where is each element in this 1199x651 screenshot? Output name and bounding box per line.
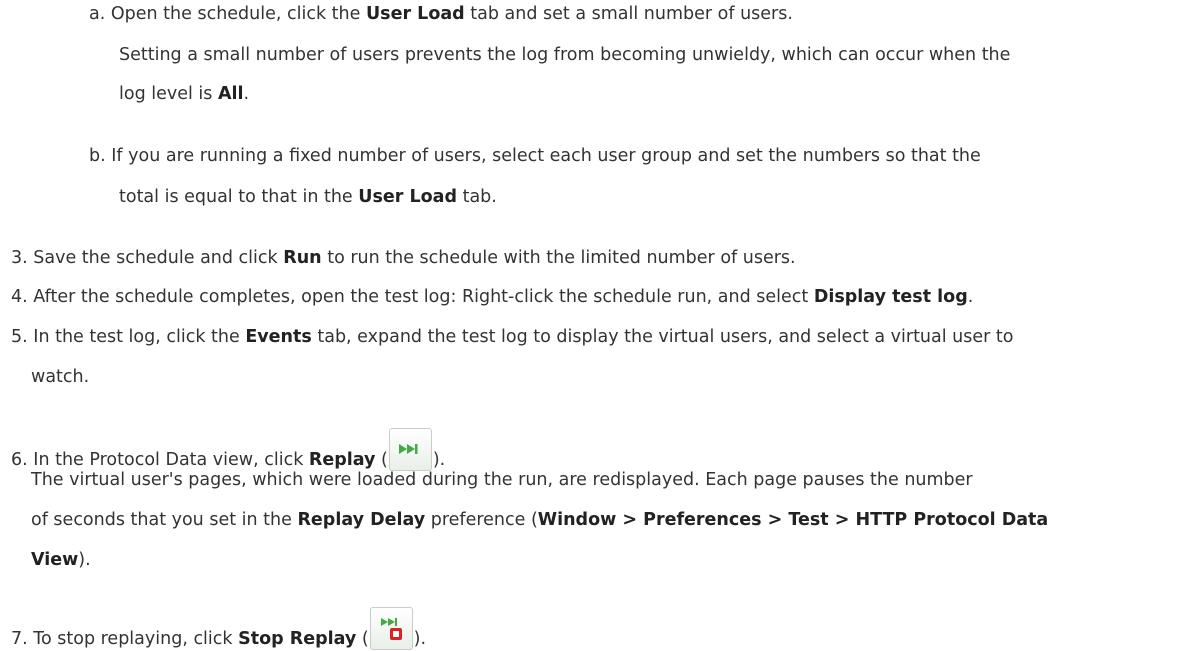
step-6-desc-cont: of seconds that you set in the [31, 510, 298, 530]
step-5-text-cont: tab, expand the test log to display the … [311, 327, 1014, 347]
preferences-path-ref: Window > Preferences > Test > HTTP Proto… [537, 510, 1049, 530]
close-paren: ). [413, 629, 427, 649]
close-paren: ). [432, 450, 446, 470]
step-5-line-1: 5. In the test log, click the Events tab… [11, 325, 1013, 349]
step-b-line-2: total is equal to that in the User Load … [119, 185, 497, 209]
document-body: a. Open the schedule, click the User Loa… [0, 0, 1199, 651]
open-paren: ( [356, 629, 369, 649]
step-7-text: To stop replaying, click [33, 629, 239, 649]
period: . [243, 84, 250, 104]
step-7-marker: 7. [11, 629, 28, 649]
log-level-all-ref: All [217, 84, 244, 104]
step-4-text: After the schedule completes, open the t… [33, 287, 814, 307]
step-3-marker: 3. [11, 248, 28, 268]
period: . [967, 287, 974, 307]
step-5-text: In the test log, click the [33, 327, 246, 347]
step-3: 3. Save the schedule and click Run to ru… [11, 246, 796, 270]
display-test-log-ref: Display test log [813, 287, 968, 307]
step-a-line-2: Setting a small number of users prevents… [119, 43, 1010, 67]
stop-replay-ref: Stop Replay [238, 629, 357, 649]
replay-icon [388, 428, 432, 471]
step-6-marker: 6. [11, 450, 28, 470]
step-6-line-2: The virtual user's pages, which were loa… [31, 468, 973, 492]
step-6-text: In the Protocol Data view, click [33, 450, 309, 470]
user-load-tab-ref: User Load [365, 4, 465, 24]
step-6-desc: The virtual user's pages, which were loa… [31, 470, 973, 490]
step-6-line-4: View). [31, 548, 91, 572]
step-3-text: Save the schedule and click [33, 248, 284, 268]
step-4: 4. After the schedule completes, open th… [11, 285, 973, 309]
step-b-marker: b. [89, 146, 106, 166]
user-load-tab-ref: User Load [358, 187, 458, 207]
step-b-text: If you are running a fixed number of use… [111, 146, 981, 166]
step-3-text-end: to run the schedule with the limited num… [321, 248, 796, 268]
step-a-note: Setting a small number of users prevents… [119, 45, 1011, 65]
step-6-line-3: of seconds that you set in the Replay De… [31, 508, 1048, 532]
step-a-line-3: log level is All. [119, 82, 249, 106]
step-a-text: Open the schedule, click the [110, 4, 366, 24]
step-5-marker: 5. [11, 327, 28, 347]
step-6-desc-mid: preference ( [425, 510, 538, 530]
events-tab-ref: Events [245, 327, 312, 347]
step-a-text-end: tab and set a small number of users. [464, 4, 793, 24]
preferences-path-ref-end: View [31, 550, 79, 570]
step-b-text-cont: total is equal to that in the [119, 187, 359, 207]
stop-replay-icon [369, 607, 413, 650]
run-button-ref: Run [283, 248, 322, 268]
step-b-line-1: b. If you are running a fixed number of … [89, 144, 981, 168]
step-a-line-1: a. Open the schedule, click the User Loa… [89, 2, 793, 26]
open-paren: ( [375, 450, 388, 470]
step-7: 7. To stop replaying, click Stop Replay … [11, 607, 426, 651]
replay-ref: Replay [308, 450, 376, 470]
step-5-text-end: watch. [31, 367, 90, 387]
step-4-marker: 4. [11, 287, 28, 307]
step-6-desc-end: ). [78, 550, 91, 570]
step-a-note-end: log level is [119, 84, 218, 104]
step-5-line-2: watch. [31, 365, 89, 389]
step-6-line-1: 6. In the Protocol Data view, click Repl… [11, 428, 445, 472]
replay-delay-ref: Replay Delay [297, 510, 426, 530]
step-a-marker: a. [89, 4, 106, 24]
step-b-text-end: tab. [457, 187, 497, 207]
